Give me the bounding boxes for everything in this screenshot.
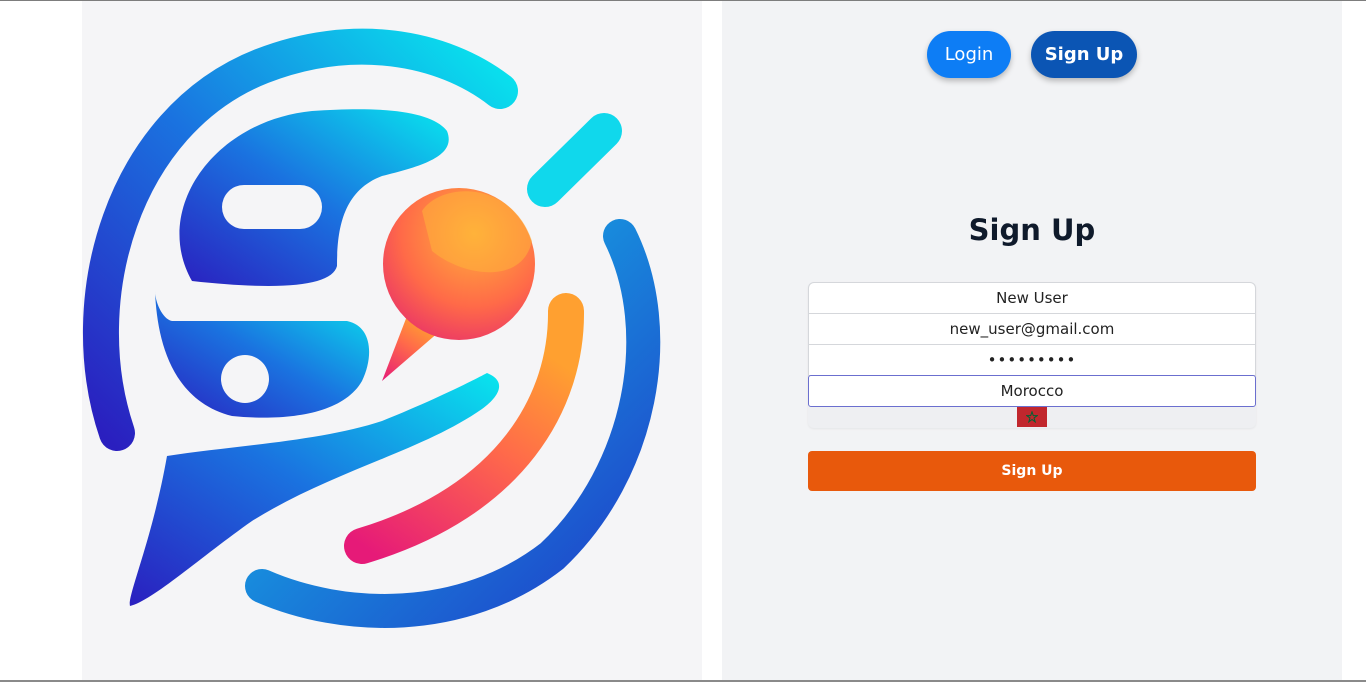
morocco-flag-icon	[1017, 407, 1047, 427]
logo-panel	[82, 1, 702, 680]
signup-panel: Login Sign Up Sign Up New User new_user@…	[722, 1, 1342, 680]
name-field[interactable]: New User	[808, 282, 1256, 314]
country-field[interactable]: Morocco	[808, 375, 1256, 407]
chat-bubble-logo-icon	[82, 28, 661, 628]
signup-form: New User new_user@gmail.com ••••••••• Mo…	[808, 282, 1256, 428]
email-field[interactable]: new_user@gmail.com	[808, 313, 1256, 345]
signup-nav-button[interactable]: Sign Up	[1031, 31, 1137, 78]
password-field[interactable]: •••••••••	[808, 344, 1256, 376]
signup-submit-button[interactable]: Sign Up	[808, 451, 1256, 491]
form-title: Sign Up	[968, 213, 1096, 247]
login-button[interactable]: Login	[927, 31, 1011, 78]
